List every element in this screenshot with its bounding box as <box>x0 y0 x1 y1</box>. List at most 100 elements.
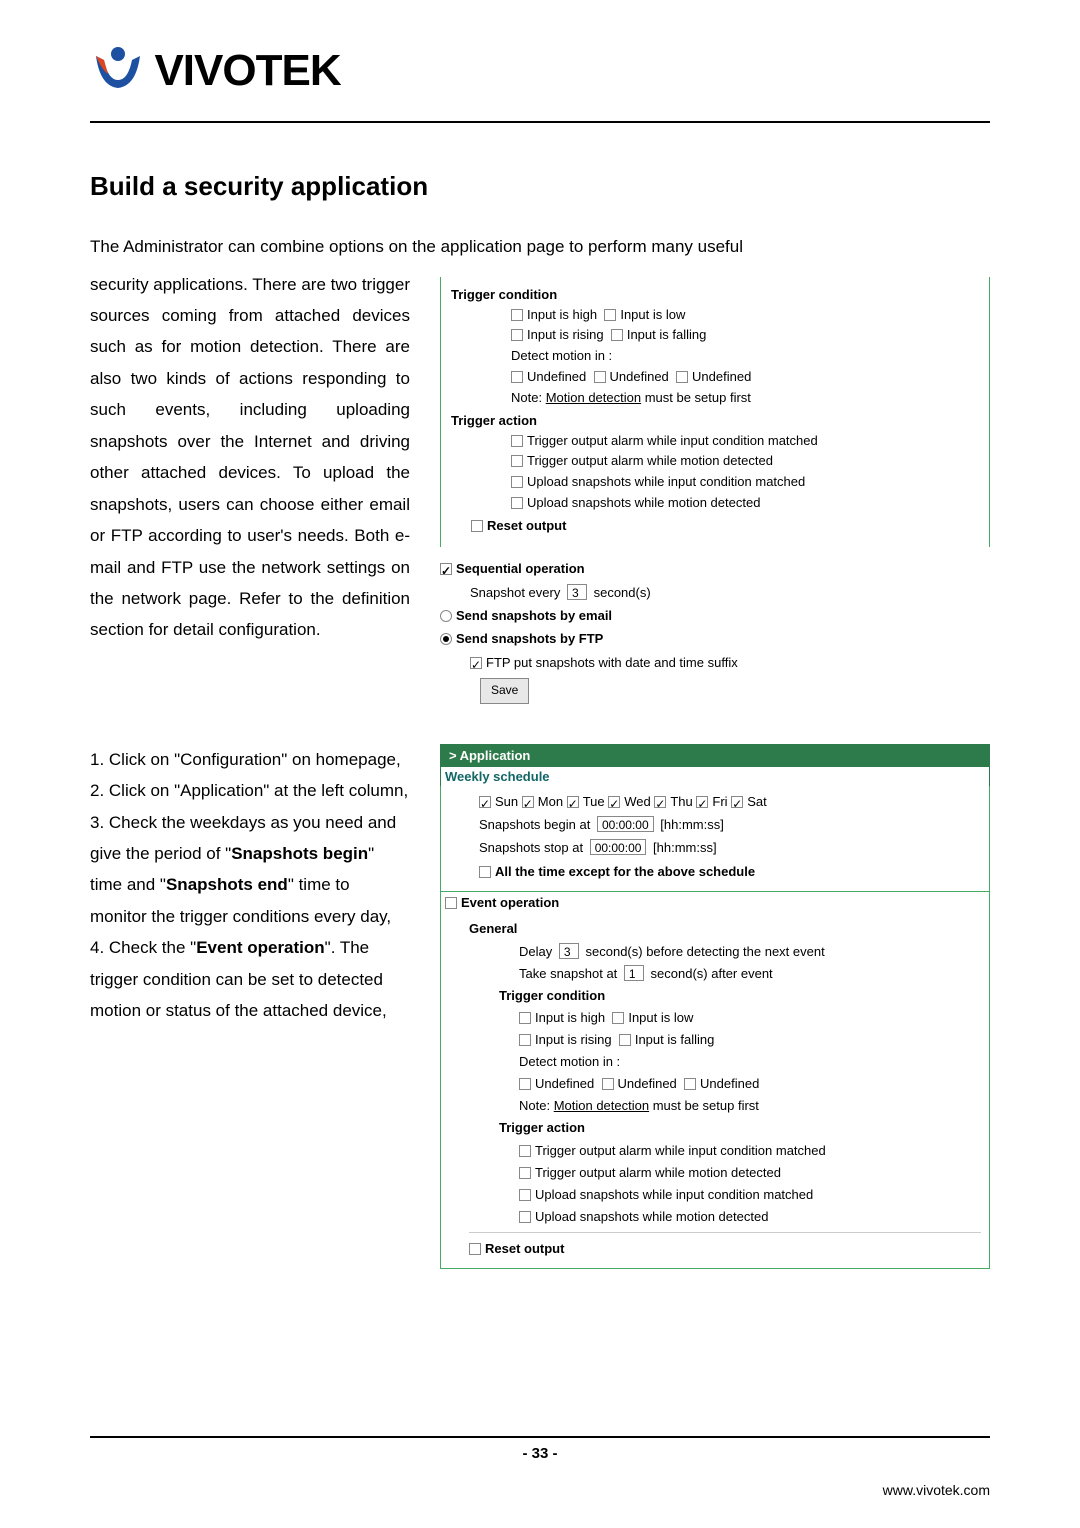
motion-note-2: Note: Motion detection must be setup fir… <box>519 1095 981 1117</box>
checkbox-thu[interactable] <box>654 796 666 808</box>
ftp-suffix-row: FTP put snapshots with date and time suf… <box>470 651 990 674</box>
trigger-panel: Trigger condition Input is high Input is… <box>440 277 990 548</box>
trigger-action-header-2: Trigger action <box>499 1117 981 1139</box>
checkbox2-ta1[interactable] <box>519 1145 531 1157</box>
trigger-condition-header-2: Trigger condition <box>499 985 981 1007</box>
step-2: 2. Click on "Application" at the left co… <box>90 775 410 806</box>
snapshot-every-row: Snapshot every 3 second(s) <box>470 581 990 604</box>
checkbox-undef2[interactable] <box>594 371 606 383</box>
application-header: >Application <box>440 744 990 767</box>
motion-detection-link[interactable]: Motion detection <box>546 390 641 405</box>
page-number: - 33 - <box>0 1445 1080 1462</box>
step-3: 3. Check the weekdays as you need and gi… <box>90 807 410 933</box>
checkbox-ta4[interactable] <box>511 497 523 509</box>
checkbox-ta1[interactable] <box>511 435 523 447</box>
radio-send-ftp[interactable] <box>440 633 452 645</box>
row-ta3: Upload snapshots while input condition m… <box>511 472 979 493</box>
weekly-schedule-panel: Sun Mon Tue Wed Thu Fri Sat Snapshots be… <box>440 786 990 893</box>
row-ta4: Upload snapshots while motion detected <box>511 493 979 514</box>
checkbox-mon[interactable] <box>522 796 534 808</box>
checkbox-ta3[interactable] <box>511 476 523 488</box>
checkbox-input-high[interactable] <box>511 309 523 321</box>
event-operation-header: Event operation <box>440 892 990 913</box>
motion-detection-link-2[interactable]: Motion detection <box>554 1098 649 1113</box>
delay-input[interactable]: 3 <box>559 943 579 959</box>
event-operation-panel: General Delay 3 second(s) before detecti… <box>440 913 990 1269</box>
delay-row: Delay 3 second(s) before detecting the n… <box>519 941 981 963</box>
row2-ta3: Upload snapshots while input condition m… <box>519 1184 981 1206</box>
checkbox-input-falling[interactable] <box>611 329 623 341</box>
checkbox2-input-low[interactable] <box>612 1012 624 1024</box>
checkbox2-undef1[interactable] <box>519 1078 531 1090</box>
checkbox-fri[interactable] <box>696 796 708 808</box>
checkbox2-ta3[interactable] <box>519 1189 531 1201</box>
checkbox2-input-high[interactable] <box>519 1012 531 1024</box>
row2-ta1: Trigger output alarm while input conditi… <box>519 1140 981 1162</box>
checkbox2-reset-output[interactable] <box>469 1243 481 1255</box>
all-time-row: All the time except for the above schedu… <box>479 860 981 883</box>
intro-text: The Administrator can combine options on… <box>90 232 990 263</box>
motion-note: Note: Motion detection must be setup fir… <box>511 388 979 409</box>
row-ta1: Trigger output alarm while input conditi… <box>511 431 979 452</box>
bottom-divider <box>90 1436 990 1438</box>
checkbox-tue[interactable] <box>567 796 579 808</box>
row2-input-rise-fall: Input is rising Input is falling <box>519 1029 981 1051</box>
brand-icon <box>90 40 146 101</box>
take-snapshot-input[interactable]: 1 <box>624 965 644 981</box>
row2-reset-output: Reset output <box>469 1232 981 1260</box>
checkbox-sun[interactable] <box>479 796 491 808</box>
general-header: General <box>469 917 981 940</box>
sequential-operation-block: Sequential operation Snapshot every 3 se… <box>440 557 990 704</box>
weekly-schedule-header: Weekly schedule <box>440 767 990 786</box>
checkbox2-input-falling[interactable] <box>619 1034 631 1046</box>
section-title: Build a security application <box>90 171 990 202</box>
brand-text: VIVOTEK <box>154 46 340 95</box>
snapshots-begin-input[interactable]: 00:00:00 <box>597 816 654 832</box>
top-divider <box>90 121 990 123</box>
row-undefined: Undefined Undefined Undefined <box>511 367 979 388</box>
steps-text: 1. Click on "Configuration" on homepage,… <box>90 744 410 1027</box>
checkbox-input-low[interactable] <box>604 309 616 321</box>
checkbox-ftp-suffix[interactable] <box>470 657 482 669</box>
checkbox2-ta2[interactable] <box>519 1167 531 1179</box>
row-reset-output: Reset output <box>471 514 979 537</box>
detect-motion-label-2: Detect motion in : <box>519 1051 981 1073</box>
checkbox-wed[interactable] <box>608 796 620 808</box>
checkbox2-input-rising[interactable] <box>519 1034 531 1046</box>
checkbox-sequential-op[interactable] <box>440 563 452 575</box>
checkbox2-undef2[interactable] <box>602 1078 614 1090</box>
checkbox-reset-output[interactable] <box>471 520 483 532</box>
trigger-condition-header: Trigger condition <box>451 287 979 302</box>
row2-undefined: Undefined Undefined Undefined <box>519 1073 981 1095</box>
checkbox-input-rising[interactable] <box>511 329 523 341</box>
checkbox-sat[interactable] <box>731 796 743 808</box>
take-snapshot-row: Take snapshot at 1 second(s) after event <box>519 963 981 985</box>
chevron-right-icon: > <box>449 748 457 763</box>
step-1: 1. Click on "Configuration" on homepage, <box>90 744 410 775</box>
trigger-action-header: Trigger action <box>451 413 979 428</box>
body-paragraph: security applications. There are two tri… <box>90 269 410 704</box>
save-button[interactable]: Save <box>480 678 529 704</box>
snapshots-stop-row: Snapshots stop at 00:00:00 [hh:mm:ss] <box>479 836 981 859</box>
row2-ta4: Upload snapshots while motion detected <box>519 1206 981 1228</box>
checkbox-undef1[interactable] <box>511 371 523 383</box>
row2-input-high-low: Input is high Input is low <box>519 1007 981 1029</box>
brand-logo: VIVOTEK <box>90 40 990 101</box>
checkbox-undef3[interactable] <box>676 371 688 383</box>
weekdays-row: Sun Mon Tue Wed Thu Fri Sat <box>479 790 981 813</box>
snapshot-interval-input[interactable]: 3 <box>567 584 587 600</box>
row-input-rise-fall: Input is rising Input is falling <box>511 325 979 346</box>
checkbox2-ta4[interactable] <box>519 1211 531 1223</box>
footer-url: www.vivotek.com <box>883 1482 990 1498</box>
step-4: 4. Check the "Event operation". The trig… <box>90 932 410 1026</box>
checkbox-event-operation[interactable] <box>445 897 457 909</box>
checkbox-ta2[interactable] <box>511 455 523 467</box>
row-input-high-low: Input is high Input is low <box>511 305 979 326</box>
snapshots-stop-input[interactable]: 00:00:00 <box>590 839 647 855</box>
radio-send-email[interactable] <box>440 610 452 622</box>
checkbox-all-time[interactable] <box>479 866 491 878</box>
checkbox2-undef3[interactable] <box>684 1078 696 1090</box>
row-ta2: Trigger output alarm while motion detect… <box>511 451 979 472</box>
detect-motion-label: Detect motion in : <box>511 346 979 367</box>
snapshots-begin-row: Snapshots begin at 00:00:00 [hh:mm:ss] <box>479 813 981 836</box>
